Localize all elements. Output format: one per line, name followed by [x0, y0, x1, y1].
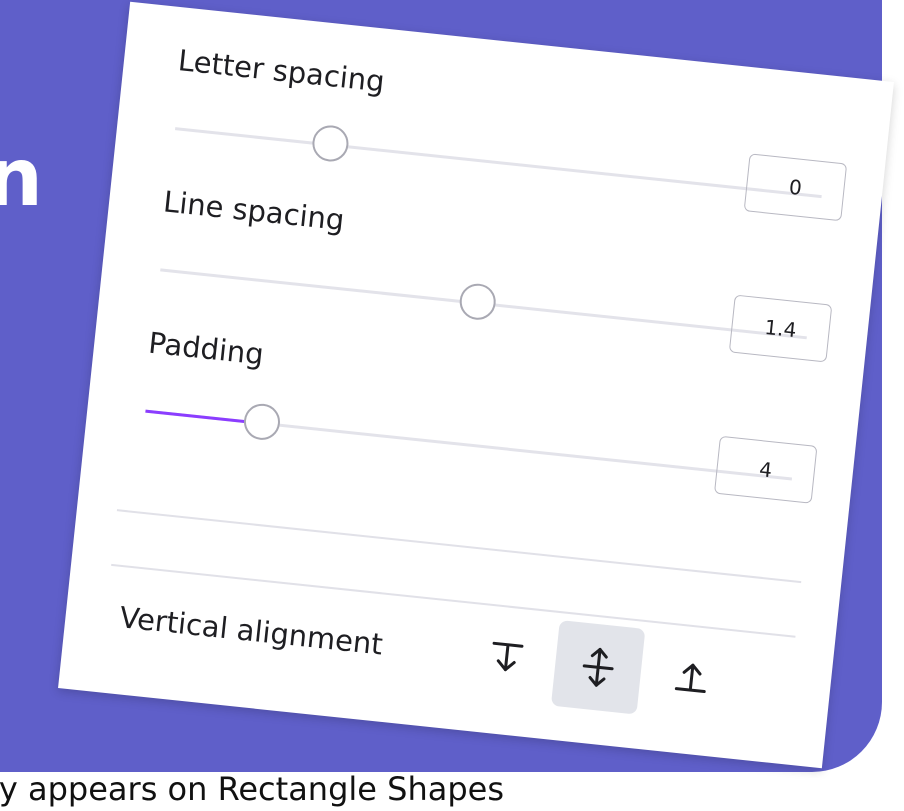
align-top-icon	[492, 641, 524, 672]
letter-spacing-slider[interactable]	[174, 123, 822, 199]
align-middle-button[interactable]	[550, 620, 646, 715]
background-heading: n	[0, 131, 43, 224]
align-bottom-icon	[674, 663, 706, 694]
padding-input[interactable]: 4	[713, 435, 818, 504]
align-top-button[interactable]	[459, 610, 554, 705]
slider-thumb[interactable]	[310, 123, 351, 164]
slider-thumb[interactable]	[242, 402, 282, 442]
align-bottom-button[interactable]	[644, 630, 739, 725]
line-spacing-slider[interactable]	[160, 268, 807, 340]
spacing-settings-panel: Letter spacing 0 Line spacing 1.4 Paddin…	[58, 1, 894, 769]
vertical-alignment-label: Vertical alignment	[118, 600, 385, 662]
background-caption: ly appears on Rectangle Shapes	[0, 770, 505, 808]
align-middle-icon	[582, 647, 614, 687]
slider-thumb[interactable]	[457, 281, 497, 322]
letter-spacing-label: Letter spacing	[176, 43, 387, 99]
line-spacing-input[interactable]: 1.4	[728, 294, 833, 363]
letter-spacing-input[interactable]: 0	[743, 153, 848, 222]
padding-slider[interactable]	[145, 402, 793, 481]
